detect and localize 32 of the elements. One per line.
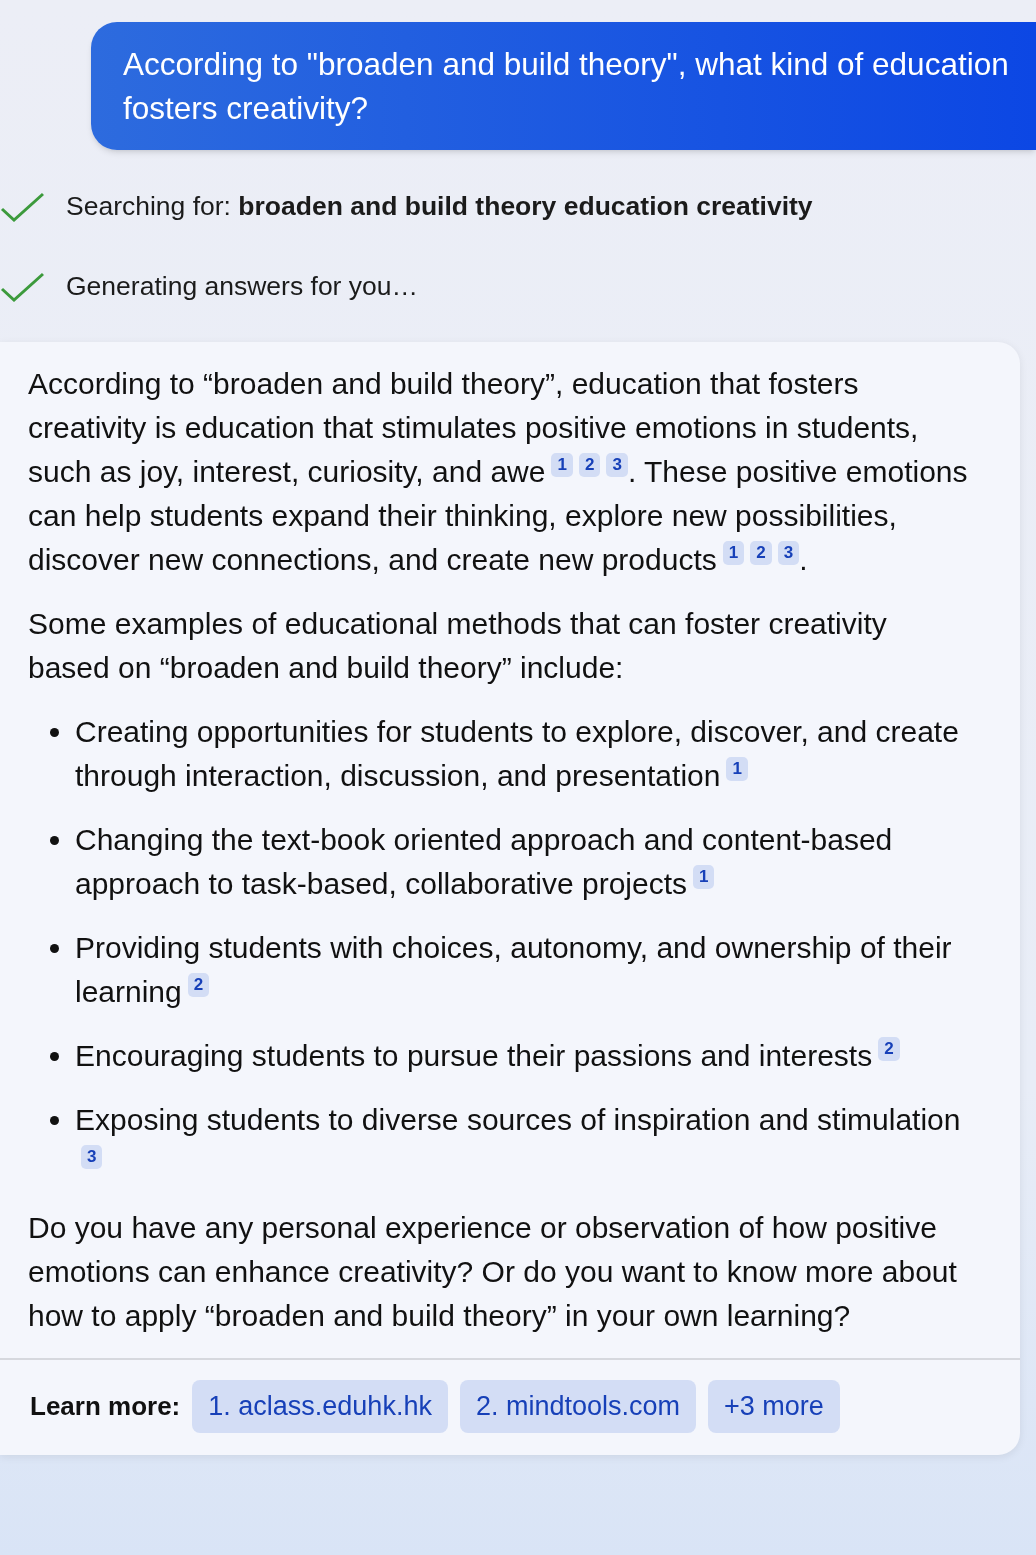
status-text: Generating answers for you… bbox=[66, 270, 419, 304]
citation-link[interactable]: 2 bbox=[187, 973, 210, 997]
list-item-text: Creating opportunities for students to explore, discover, and create through interaction, discussion, and presentation 1 bbox=[75, 714, 960, 794]
list-item-text: Providing students with choices, autonomy, and ownership of their learning 2 bbox=[75, 930, 953, 1010]
citation-link[interactable]: 2 bbox=[750, 541, 772, 565]
source-link[interactable]: +3 more bbox=[708, 1380, 840, 1433]
list-item-text: Encouraging students to pursue their passions and interests 2 bbox=[75, 1034, 900, 1078]
bullet-icon bbox=[50, 1052, 59, 1061]
citation-link[interactable]: 3 bbox=[81, 1145, 103, 1169]
learn-more-label: Learn more: bbox=[30, 1389, 181, 1423]
source-link[interactable]: 1. aclass.eduhk.hk bbox=[192, 1380, 448, 1433]
citation-link[interactable]: 1 bbox=[722, 541, 745, 565]
bullet-icon bbox=[50, 728, 59, 737]
citation-link[interactable]: 2 bbox=[878, 1037, 900, 1061]
bullet-icon bbox=[50, 836, 59, 845]
citation-link[interactable]: 1 bbox=[693, 865, 715, 889]
citation-link[interactable]: 1 bbox=[726, 757, 748, 781]
list-item-text: Changing the text-book oriented approach and content-based approach to task-based, collaborative projects 1 bbox=[75, 822, 894, 902]
source-link[interactable]: 2. mindtools.com bbox=[459, 1380, 696, 1433]
bullet-icon bbox=[50, 944, 59, 953]
question-bubble: According to "broaden and build theory", what kind of education fosters creativity? bbox=[91, 22, 1036, 150]
citation-link[interactable]: 3 bbox=[777, 541, 800, 565]
checkmark-icon bbox=[0, 272, 44, 302]
status-text: Searching for: broaden and build theory education creativity bbox=[66, 190, 813, 224]
citation-link[interactable]: 3 bbox=[606, 453, 628, 477]
bullet-icon bbox=[50, 1116, 59, 1125]
citation-link[interactable]: 2 bbox=[578, 453, 601, 477]
answer-paragraph: Some examples of educational methods that can foster creativity based on “broaden and build theory” include: bbox=[28, 606, 888, 686]
answer-paragraph: Do you have any personal experience or observation of how positive emotions can enhance creativity? Or do you want to know more about how to apply “broaden and build theory” in your own learning? bbox=[28, 1210, 958, 1334]
list-item-text: Exposing students to diverse sources of inspiration and stimulation 3 bbox=[75, 1098, 970, 1186]
citation-link[interactable]: 1 bbox=[551, 453, 573, 477]
checkmark-icon bbox=[0, 192, 44, 222]
